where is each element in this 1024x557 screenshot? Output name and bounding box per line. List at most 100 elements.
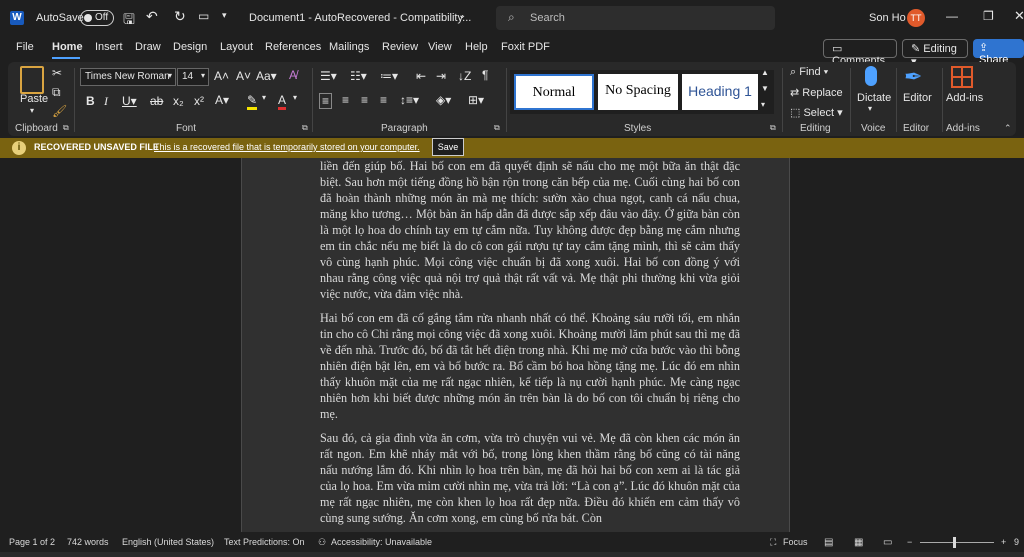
- zoom-out-icon[interactable]: −: [907, 537, 912, 547]
- document-paragraph[interactable]: Hai bố con em đã cố gắng tắm rửa nhanh n…: [320, 310, 740, 422]
- shading-icon[interactable]: ◈▾: [436, 93, 451, 107]
- accessibility-status[interactable]: Accessibility: Unavailable: [331, 537, 432, 547]
- language-status[interactable]: English (United States): [122, 537, 214, 547]
- tab-mailings[interactable]: Mailings: [329, 41, 369, 53]
- shrink-font-icon[interactable]: A˅: [236, 69, 251, 83]
- web-layout-icon[interactable]: ▭: [883, 537, 892, 548]
- line-spacing-icon[interactable]: ↕≡▾: [400, 93, 419, 107]
- zoom-slider-thumb[interactable]: [953, 537, 956, 548]
- chevron-down-icon[interactable]: ▾: [262, 93, 266, 102]
- redo-icon[interactable]: ↻: [174, 8, 186, 25]
- tab-insert[interactable]: Insert: [95, 41, 123, 53]
- align-right-icon[interactable]: ≡: [361, 93, 368, 107]
- microphone-icon[interactable]: [865, 66, 877, 86]
- align-left-icon[interactable]: ≡: [319, 93, 333, 109]
- italic-icon[interactable]: I: [104, 94, 108, 109]
- styles-launcher-icon[interactable]: ⧉: [770, 123, 776, 133]
- highlight-icon[interactable]: ✎: [247, 93, 258, 110]
- undo-icon[interactable]: ↶: [146, 8, 158, 25]
- tab-home[interactable]: Home: [52, 41, 83, 53]
- tab-references[interactable]: References: [265, 41, 321, 53]
- paste-chevron-icon[interactable]: ▾: [30, 106, 34, 115]
- avatar[interactable]: TT: [907, 9, 925, 27]
- styles-scroll-down-icon[interactable]: ▼: [761, 84, 769, 93]
- close-icon[interactable]: ✕: [1014, 8, 1024, 24]
- document-paragraph[interactable]: Sau đó, cả gia đình vừa ăn cơm, vừa trò …: [320, 430, 740, 526]
- bullets-icon[interactable]: ☰▾: [320, 69, 337, 83]
- style-heading-1[interactable]: Heading 1: [682, 74, 758, 110]
- chevron-down-icon[interactable]: ▾: [293, 93, 297, 102]
- cut-icon[interactable]: ✂: [52, 66, 62, 80]
- copy-icon[interactable]: ⧉: [52, 85, 61, 100]
- bold-icon[interactable]: B: [86, 94, 95, 108]
- grow-font-icon[interactable]: A˄: [214, 69, 229, 83]
- numbering-icon[interactable]: ☷▾: [350, 69, 367, 83]
- paste-button[interactable]: Paste: [20, 93, 48, 105]
- addins-grid-icon[interactable]: [951, 66, 973, 88]
- format-painter-icon[interactable]: 🖌: [52, 104, 67, 118]
- tab-review[interactable]: Review: [382, 41, 418, 53]
- collapse-ribbon-icon[interactable]: ⌃: [1004, 123, 1012, 134]
- styles-more-icon[interactable]: ▾: [761, 100, 765, 109]
- share-button[interactable]: ⇪ Share: [973, 39, 1024, 66]
- clipboard-launcher-icon[interactable]: ⧉: [63, 123, 69, 133]
- style-normal[interactable]: Normal: [514, 74, 594, 110]
- text-effects-icon[interactable]: A▾: [215, 93, 229, 107]
- title-chevron-down-icon[interactable]: ⌄: [458, 10, 466, 21]
- select-button[interactable]: ⬚ Select ▾: [790, 106, 843, 119]
- editor-pen-icon[interactable]: ✒: [904, 64, 922, 90]
- text-predictions-status[interactable]: Text Predictions: On: [224, 537, 305, 547]
- strikethrough-icon[interactable]: ab: [150, 94, 163, 108]
- show-marks-icon[interactable]: ¶: [482, 68, 488, 82]
- borders-icon[interactable]: ⊞▾: [468, 93, 484, 107]
- clear-formatting-icon[interactable]: A̸: [289, 68, 297, 82]
- zoom-slider-track[interactable]: [920, 542, 994, 543]
- decrease-indent-icon[interactable]: ⇤: [416, 69, 426, 83]
- underline-icon[interactable]: U▾: [122, 94, 137, 108]
- minimize-icon[interactable]: —: [946, 9, 958, 23]
- comments-button[interactable]: ▭ Comments: [823, 39, 897, 67]
- paste-icon[interactable]: [20, 66, 44, 94]
- infobar-message[interactable]: This is a recovered file that is tempora…: [154, 142, 420, 152]
- restore-icon[interactable]: ❐: [983, 9, 994, 23]
- user-name[interactable]: Son Ho: [869, 12, 906, 24]
- tab-file[interactable]: File: [16, 41, 34, 53]
- chevron-down-icon[interactable]: ▾: [868, 104, 872, 113]
- font-name-dropdown[interactable]: Times New Roman ▾: [80, 68, 176, 86]
- editor-button[interactable]: Editor: [903, 92, 932, 104]
- focus-mode-button[interactable]: Focus: [783, 537, 808, 547]
- replace-button[interactable]: ⇄ Replace: [790, 86, 843, 99]
- tab-draw[interactable]: Draw: [135, 41, 161, 53]
- word-count[interactable]: 742 words: [67, 537, 109, 547]
- save-icon[interactable]: 🖫: [123, 9, 135, 33]
- search-box[interactable]: ⌕ Search: [496, 6, 775, 30]
- tab-design[interactable]: Design: [173, 41, 207, 53]
- addins-button[interactable]: Add-ins: [946, 92, 983, 104]
- styles-scroll-up-icon[interactable]: ▲: [761, 68, 769, 77]
- sort-icon[interactable]: ↓Z: [458, 69, 471, 83]
- page-count[interactable]: Page 1 of 2: [9, 537, 55, 547]
- font-color-icon[interactable]: A: [278, 93, 287, 110]
- tab-layout[interactable]: Layout: [220, 41, 253, 53]
- dictate-button[interactable]: Dictate: [857, 92, 891, 104]
- justify-icon[interactable]: ≡: [380, 93, 387, 107]
- style-no-spacing[interactable]: No Spacing: [598, 74, 678, 110]
- zoom-level[interactable]: 9: [1014, 537, 1019, 547]
- subscript-icon[interactable]: x₂: [173, 94, 184, 108]
- align-center-icon[interactable]: ≡: [342, 93, 349, 107]
- tab-foxit-pdf[interactable]: Foxit PDF: [501, 41, 550, 53]
- multilevel-list-icon[interactable]: ≔▾: [380, 69, 398, 83]
- paragraph-launcher-icon[interactable]: ⧉: [494, 123, 500, 133]
- infobar-save-button[interactable]: Save: [432, 138, 464, 156]
- tab-view[interactable]: View: [428, 41, 452, 53]
- customize-chevron-icon[interactable]: ▾: [222, 10, 227, 21]
- document-paragraph[interactable]: liền đến giúp bố. Hai bố con em đã quyết…: [320, 158, 740, 302]
- superscript-icon[interactable]: x²: [194, 94, 204, 108]
- document-page[interactable]: liền đến giúp bố. Hai bố con em đã quyết…: [241, 158, 790, 532]
- change-case-icon[interactable]: Aa▾: [256, 69, 277, 83]
- editing-mode-button[interactable]: ✎ Editing ▾: [902, 39, 968, 68]
- print-layout-icon[interactable]: ▦: [854, 537, 863, 548]
- increase-indent-icon[interactable]: ⇥: [436, 69, 446, 83]
- open-folder-icon[interactable]: ▭: [198, 9, 209, 23]
- find-button[interactable]: ⌕ Find ▾: [790, 66, 828, 79]
